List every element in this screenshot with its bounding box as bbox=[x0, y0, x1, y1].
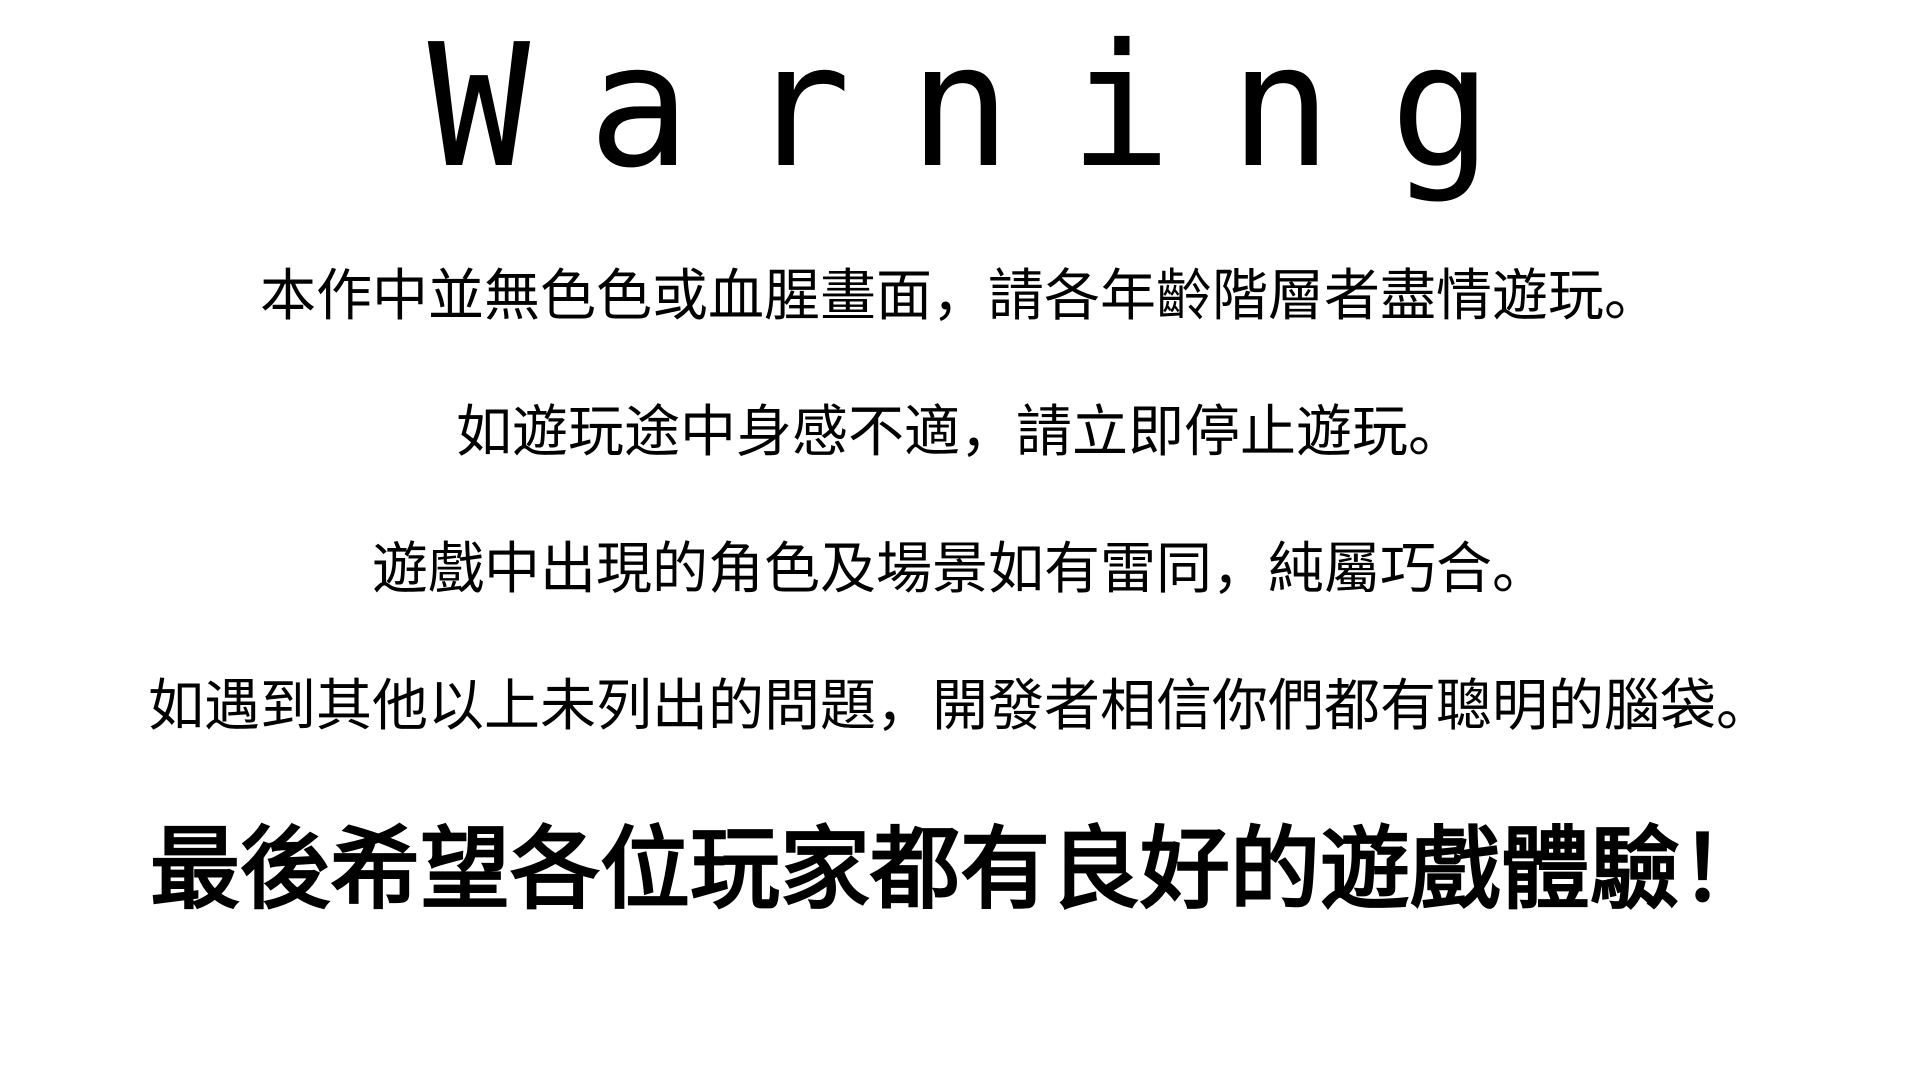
warning-title: Warning bbox=[427, 8, 1551, 206]
closing-message: 最後希望各位玩家都有良好的遊戲體驗！ bbox=[150, 817, 1770, 922]
notice-line-other-issues: 如遇到其他以上未列出的問題，開發者相信你們都有聰明的腦袋。 bbox=[148, 674, 1772, 739]
warning-screen: Warning 本作中並無色色或血腥畫面，請各年齡階層者盡情遊玩。 如遊玩途中身… bbox=[0, 0, 1920, 1080]
notice-line-health: 如遊玩途中身感不適，請立即停止遊玩。 bbox=[456, 400, 1464, 465]
notice-line-disclaimer: 遊戲中出現的角色及場景如有雷同，純屬巧合。 bbox=[372, 537, 1548, 602]
notice-line-content-rating: 本作中並無色色或血腥畫面，請各年齡階層者盡情遊玩。 bbox=[260, 264, 1660, 329]
